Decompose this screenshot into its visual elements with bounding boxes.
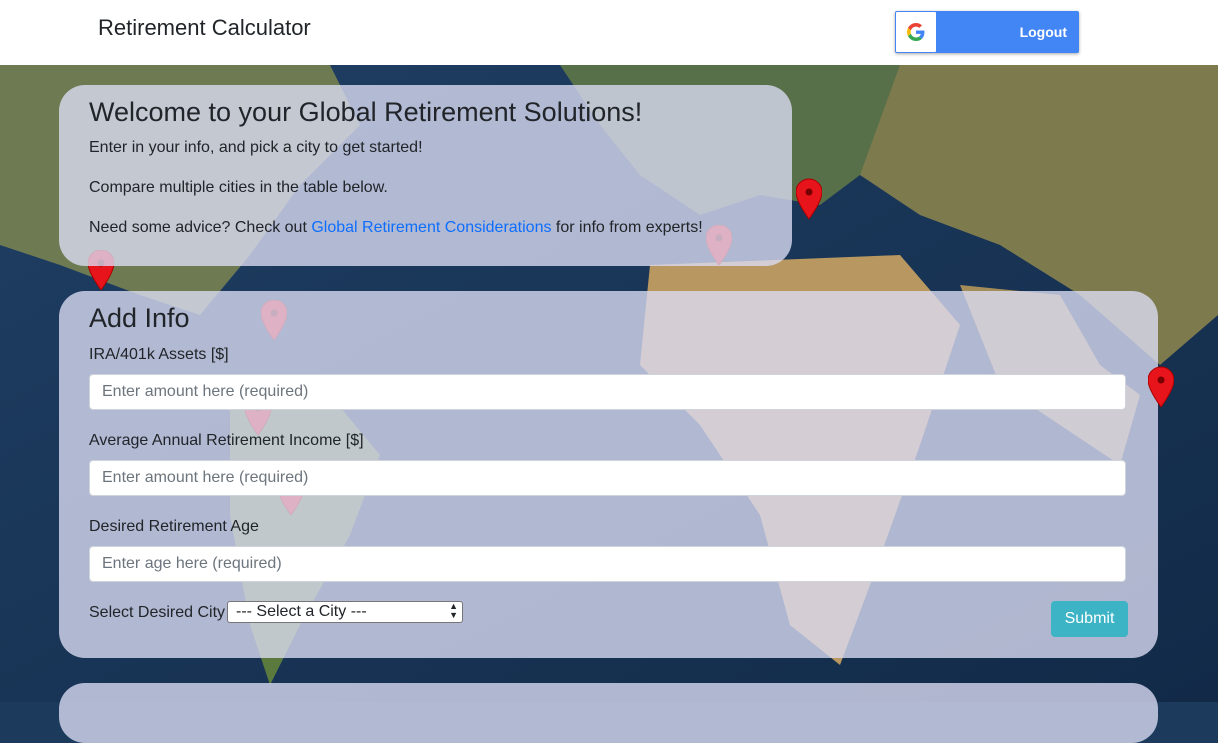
- google-icon: [896, 12, 936, 52]
- income-input[interactable]: [89, 460, 1126, 496]
- advice-suffix: for info from experts!: [551, 219, 703, 236]
- navbar: Retirement Calculator Logout: [0, 0, 1218, 65]
- income-label: Average Annual Retirement Income [$]: [89, 432, 364, 449]
- welcome-card: Welcome to your Global Retirement Soluti…: [59, 85, 792, 266]
- logout-label: Logout: [1019, 24, 1067, 40]
- select-arrows-icon: ▲ ▼: [449, 601, 458, 620]
- submit-button[interactable]: Submit: [1051, 601, 1128, 637]
- map-pin-icon[interactable]: [796, 178, 822, 220]
- age-input[interactable]: [89, 546, 1126, 582]
- considerations-link[interactable]: Global Retirement Considerations: [311, 219, 551, 236]
- assets-input[interactable]: [89, 374, 1126, 410]
- city-select-value: --- Select a City ---: [236, 603, 367, 620]
- city-select[interactable]: --- Select a City --- ▲ ▼: [227, 601, 463, 623]
- advice-prefix: Need some advice? Check out: [89, 219, 312, 236]
- assets-label: IRA/401k Assets [$]: [89, 346, 229, 363]
- add-info-card: Add Info IRA/401k Assets [$] Average Ann…: [59, 291, 1158, 658]
- welcome-line-intro: Enter in your info, and pick a city to g…: [89, 139, 423, 156]
- age-label: Desired Retirement Age: [89, 518, 259, 535]
- add-info-heading: Add Info: [89, 303, 190, 333]
- app-title[interactable]: Retirement Calculator: [98, 15, 311, 41]
- welcome-heading: Welcome to your Global Retirement Soluti…: [89, 97, 643, 127]
- map-pin-icon[interactable]: [1148, 366, 1174, 408]
- city-label: Select Desired City: [89, 604, 226, 621]
- logout-button[interactable]: Logout: [895, 11, 1079, 53]
- welcome-line-advice: Need some advice? Check out Global Retir…: [89, 219, 703, 237]
- results-table-card: [59, 683, 1158, 743]
- welcome-line-compare: Compare multiple cities in the table bel…: [89, 179, 388, 196]
